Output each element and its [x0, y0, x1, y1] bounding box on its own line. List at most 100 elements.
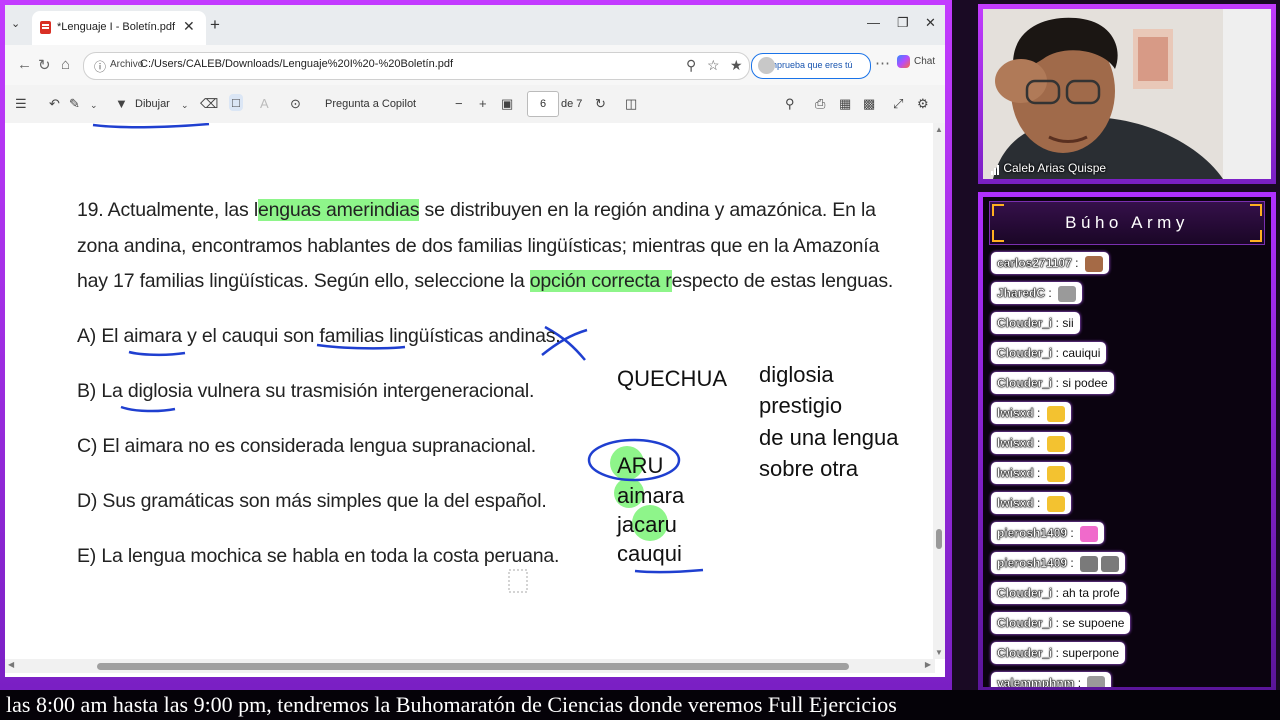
address-bar-row: ← ↻ ⌂ ⓘ Archivo C:/Users/CALEB/Downloads…	[5, 45, 945, 85]
tab-pdf[interactable]: *Lenguaje I - Boletín.pdf ✕	[32, 11, 206, 45]
horizontal-scroll-thumb[interactable]	[97, 663, 849, 670]
vertical-scroll-thumb[interactable]	[936, 529, 942, 549]
scroll-down-icon[interactable]: ▼	[935, 648, 943, 657]
chat-text: superpone	[1062, 646, 1120, 660]
news-ticker: las 8:00 am hasta las 9:00 pm, tendremos…	[0, 690, 1280, 720]
draw-dropdown-icon[interactable]: ⌄	[181, 100, 189, 111]
q1-highlight: enguas amerindias	[257, 199, 420, 221]
scroll-left-icon[interactable]: ◀	[8, 660, 14, 669]
rotate-icon[interactable]: ↻	[595, 96, 606, 112]
chat-username[interactable]: JharedC	[997, 286, 1045, 300]
vertical-scrollbar[interactable]: ▲ ▼	[933, 123, 945, 659]
emote-icon	[1046, 495, 1065, 512]
note-cauqui: cauqui	[617, 541, 682, 566]
settings-gear-icon[interactable]: ⚙	[917, 96, 929, 112]
corner-ornament	[1250, 230, 1262, 242]
search-icon[interactable]: ⚲	[785, 96, 795, 112]
fullscreen-icon[interactable]: ⤢	[893, 96, 903, 112]
collections-icon[interactable]: ★	[730, 57, 743, 74]
url-field[interactable]: ⓘ Archivo C:/Users/CALEB/Downloads/Lengu…	[83, 52, 750, 80]
scroll-up-icon[interactable]: ▲	[935, 125, 943, 134]
url-text: C:/Users/CALEB/Downloads/Lenguaje%20I%20…	[140, 58, 454, 70]
read-aloud-icon[interactable]: ⊙	[290, 96, 301, 112]
chat-username[interactable]: lwisxd	[997, 406, 1034, 420]
emote-icon	[1046, 465, 1065, 482]
home-icon[interactable]: ⌂	[61, 56, 70, 73]
chat-username[interactable]: lwisxd	[997, 496, 1034, 510]
restore-icon[interactable]: ❐	[897, 15, 909, 31]
copilot-chat-button[interactable]: Chat	[897, 55, 935, 68]
refresh-icon[interactable]: ↻	[38, 56, 51, 74]
chat-message: valemmphnm :	[991, 672, 1112, 687]
question-line-3: hay 17 familias lingüísticas. Según ello…	[77, 270, 893, 293]
chat-message: lwisxd :	[991, 462, 1071, 484]
new-tab-plus-icon[interactable]: +	[210, 15, 220, 35]
chat-username[interactable]: valemmphnm	[997, 676, 1075, 687]
print-icon[interactable]: ⎙	[815, 96, 825, 112]
option-d: D) Sus gramáticas son más simples que la…	[77, 490, 547, 512]
save-icon[interactable]: ▦	[839, 96, 851, 112]
contents-list-icon[interactable]: ☰	[15, 96, 27, 112]
tab-actions-chevron-icon[interactable]: ⌄	[11, 17, 20, 30]
zoom-out-icon[interactable]: −	[455, 96, 463, 111]
save-as-icon[interactable]: ▩	[863, 96, 875, 112]
scroll-right-icon[interactable]: ▶	[925, 660, 931, 669]
close-window-icon[interactable]: ✕	[925, 15, 936, 31]
profile-avatar	[758, 57, 775, 74]
note-sobre-otra: sobre otra	[759, 456, 859, 481]
presenter-name: Caleb Arias Quispe	[991, 161, 1106, 175]
close-tab-icon[interactable]: ✕	[183, 18, 195, 35]
chat-frame: Búho Army carlos271107 : JharedC : Cloud…	[978, 192, 1276, 692]
eraser-icon[interactable]: ⌫	[200, 96, 218, 112]
highlight-pen-icon[interactable]: ✎	[69, 96, 80, 112]
back-arrow-icon[interactable]: ←	[17, 56, 32, 73]
copilot-icon	[897, 55, 910, 68]
emote-icon	[1084, 255, 1103, 272]
chat-username[interactable]: Clouder_i	[997, 616, 1053, 630]
screen-share-frame: ⌄ *Lenguaje I - Boletín.pdf ✕ + — ❐ ✕ ← …	[0, 0, 952, 690]
chat-username[interactable]: Clouder_i	[997, 646, 1053, 660]
note-de-una-lengua: de una lengua	[759, 425, 899, 450]
chat-username[interactable]: pierosh1409	[997, 556, 1067, 570]
chat-message: JharedC :	[991, 282, 1083, 304]
chat-username[interactable]: Clouder_i	[997, 586, 1053, 600]
page-number-input[interactable]: 6	[527, 91, 559, 117]
favorite-star-icon[interactable]: ☆	[707, 57, 720, 74]
zoom-in-icon[interactable]: +	[479, 96, 487, 111]
page-total: de 7	[561, 98, 583, 110]
chat-username[interactable]: Clouder_i	[997, 316, 1053, 330]
chat-text: sii	[1062, 316, 1074, 330]
chat-username[interactable]: Clouder_i	[997, 376, 1053, 390]
chat-username[interactable]: carlos271107	[997, 256, 1072, 270]
draw-button[interactable]: Dibujar	[135, 98, 170, 110]
fit-page-icon[interactable]: ▣	[501, 96, 513, 112]
text-format-icon[interactable]: A	[260, 96, 269, 111]
horizontal-scrollbar[interactable]: ◀ ▶	[5, 659, 935, 673]
chat-username[interactable]: lwisxd	[997, 466, 1034, 480]
minimize-icon[interactable]: —	[867, 15, 880, 30]
page-view-icon[interactable]: ◫	[625, 96, 637, 112]
option-c: C) El aimara no es considerada lengua su…	[77, 435, 536, 457]
draw-pen-icon[interactable]: ▼	[115, 96, 128, 111]
corner-ornament	[1250, 204, 1262, 216]
highlight-dropdown-icon[interactable]: ⌄	[90, 100, 98, 111]
chat-message: pierosh1409 :	[991, 522, 1105, 544]
chat-username[interactable]: lwisxd	[997, 436, 1034, 450]
q3-text-b: especto de estas lenguas.	[671, 270, 894, 292]
zoom-icon[interactable]: ⚲	[686, 57, 696, 74]
info-icon[interactable]: ⓘ	[94, 58, 106, 75]
note-jacaru: jacaru	[617, 512, 677, 537]
ask-copilot-button[interactable]: Pregunta a Copilot	[325, 98, 416, 110]
undo-icon[interactable]: ↶	[49, 96, 60, 112]
emote-icon	[1080, 555, 1099, 572]
verify-identity-button[interactable]: Comprueba que eres tú	[751, 53, 871, 79]
corner-ornament	[992, 204, 1004, 216]
more-options-icon[interactable]: ⋯	[875, 54, 890, 72]
chat-message: lwisxd :	[991, 492, 1071, 514]
pdf-page[interactable]: 19. Actualmente, las lenguas amerindias …	[5, 123, 935, 659]
webcam-frame: Caleb Arias Quispe	[978, 4, 1276, 184]
text-box-icon[interactable]: □	[229, 94, 243, 111]
chat-username[interactable]: Clouder_i	[997, 346, 1053, 360]
chat-username[interactable]: pierosh1409	[997, 526, 1067, 540]
chat-message: Clouder_i : sii	[991, 312, 1080, 334]
